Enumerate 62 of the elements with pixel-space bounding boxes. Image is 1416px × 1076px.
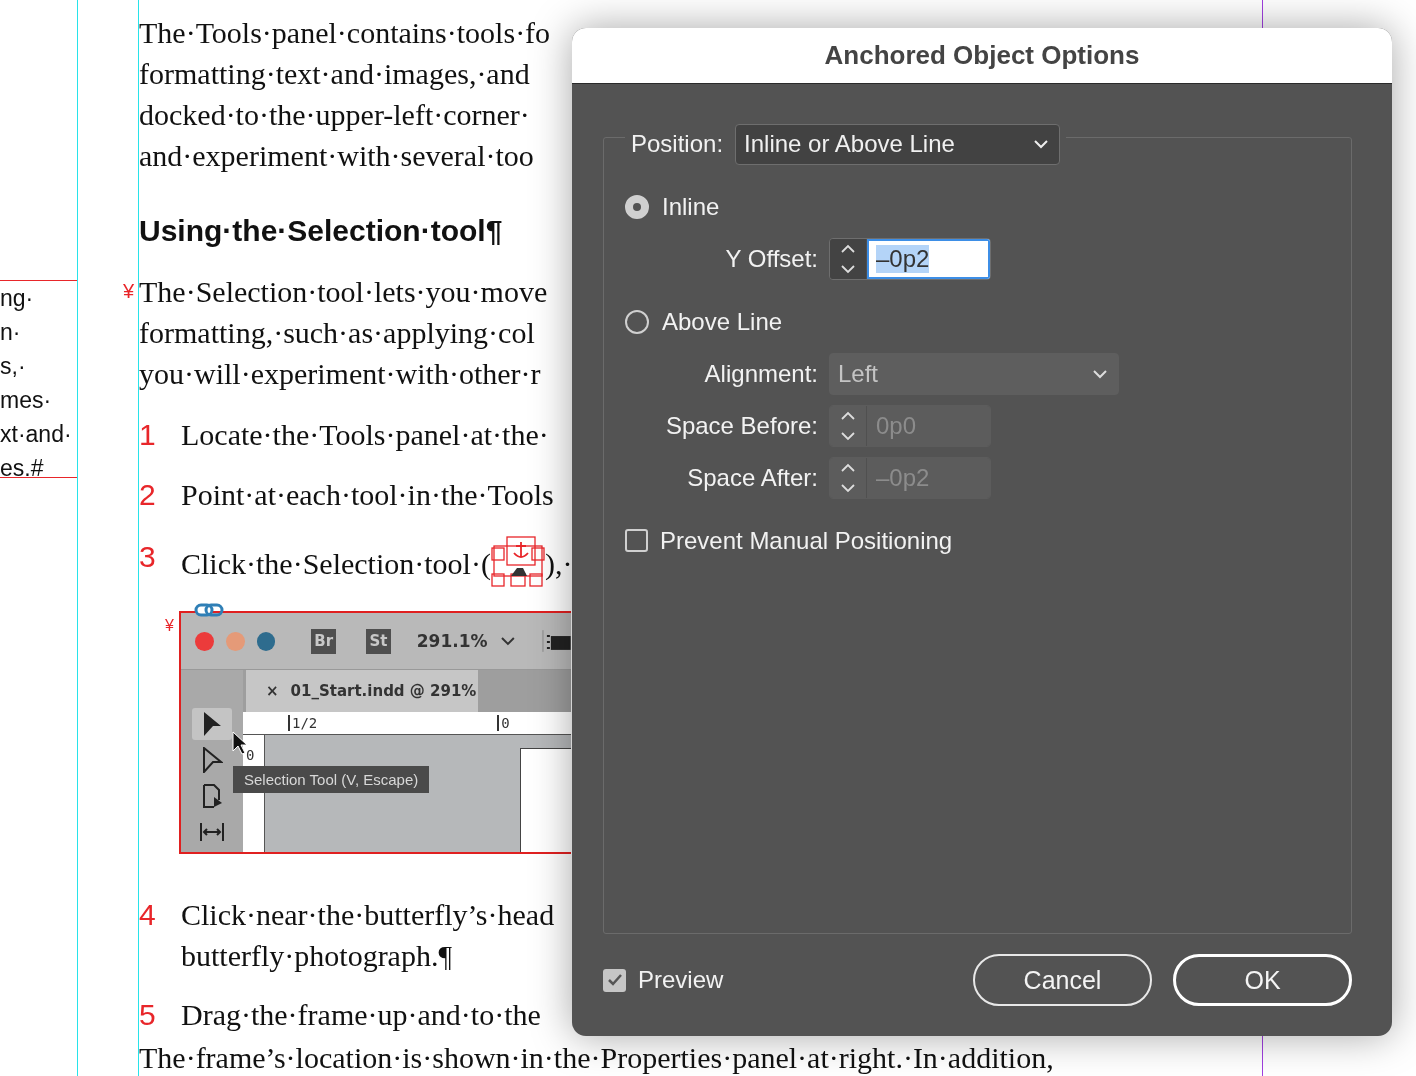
radio-label: Above Line — [662, 307, 783, 336]
field-label: Space After: — [686, 463, 818, 492]
body-text-line: The·Tools·panel·contains·tools·fo — [139, 15, 551, 51]
radio-button[interactable] — [625, 309, 649, 334]
step-text: Click·near·the·butterfly’s·head — [181, 897, 555, 933]
field-label: Position: — [631, 130, 724, 158]
checkbox[interactable] — [603, 968, 626, 992]
arrow-pointer-icon — [201, 711, 223, 737]
cancel-button[interactable]: Cancel — [973, 954, 1152, 1006]
chevron-down-icon — [1033, 139, 1050, 149]
body-text-line: The·frame’s·location·is·shown·in·the·Properties·panel·at·right.·In·addition, — [139, 1043, 1054, 1073]
mouse-cursor-icon — [232, 731, 248, 755]
page-icon — [201, 783, 223, 809]
step-text: butterfly·photograph.¶ — [181, 938, 453, 974]
field-label: Space Before: — [664, 411, 818, 440]
radio-label: Inline — [662, 192, 720, 221]
step-text: Click·the·Selection·tool·( — [181, 547, 491, 580]
zoom-level: 291.1% — [416, 631, 488, 651]
step-text: Locate·the·Tools·panel·at·the· — [181, 418, 549, 451]
anchor-marker: ¥ — [123, 279, 135, 304]
app-badge: St — [366, 628, 391, 654]
field-label: Y Offset: — [724, 244, 818, 273]
step-number: 1 — [139, 417, 157, 453]
number-stepper[interactable]: –0p2 — [829, 237, 991, 280]
horizontal-ruler: 1/2 0 — [243, 712, 571, 735]
body-text-line: you·will·experiment·with·other·r — [139, 356, 541, 392]
dialog-title: Anchored Object Options — [572, 28, 1392, 84]
text-line: xt·and· — [0, 420, 73, 449]
hollow-arrow-icon — [201, 747, 223, 773]
checkbox-label: Preview — [638, 966, 724, 994]
step-number: 2 — [139, 477, 157, 513]
toolbar-icon — [541, 630, 571, 652]
step-text: Point·at·each·tool·in·the·Tools — [181, 478, 554, 511]
text-line: es.# — [0, 454, 45, 483]
tooltip: Selection Tool (V, Escape) — [233, 766, 430, 793]
checkmark-icon — [606, 973, 623, 987]
ok-button[interactable]: OK — [1173, 954, 1352, 1006]
step-text: Drag·the·frame·up·and·to·the — [181, 997, 541, 1033]
chevron-down-icon — [1092, 368, 1108, 379]
gap-icon — [199, 821, 225, 843]
step-number: 4 — [139, 897, 157, 933]
section-heading: Using·the·Selection·tool¶ — [139, 213, 503, 249]
anchor-marker: ¥ — [165, 617, 174, 635]
body-text-line: formatting·text·and·images,·and — [139, 56, 530, 92]
chevron-down-icon — [499, 636, 516, 646]
body-text-line: docked·to·the·upper-left·corner· — [139, 97, 530, 133]
body-text-line: The·Selection·tool·lets·you·move — [139, 274, 548, 310]
text-line: mes· — [0, 386, 53, 415]
body-text-line: and·experiment·with·several·too — [139, 138, 534, 174]
body-text-line: formatting,·such·as·applying·col — [139, 315, 535, 351]
app-badge: Br — [311, 628, 337, 654]
checkbox-label: Prevent Manual Positioning — [660, 526, 953, 555]
text-line: s,· — [0, 352, 27, 381]
radio-button[interactable] — [625, 194, 649, 219]
step-text: ),· — [544, 547, 573, 580]
step-number: 3 — [139, 539, 157, 575]
field-label: Alignment: — [703, 359, 818, 388]
position-dropdown[interactable]: Inline or Above Line — [735, 123, 1061, 165]
text-line: n· — [0, 318, 22, 347]
text-line: ng· — [0, 284, 35, 313]
checkbox[interactable] — [625, 529, 648, 552]
step-number: 5 — [139, 997, 157, 1033]
